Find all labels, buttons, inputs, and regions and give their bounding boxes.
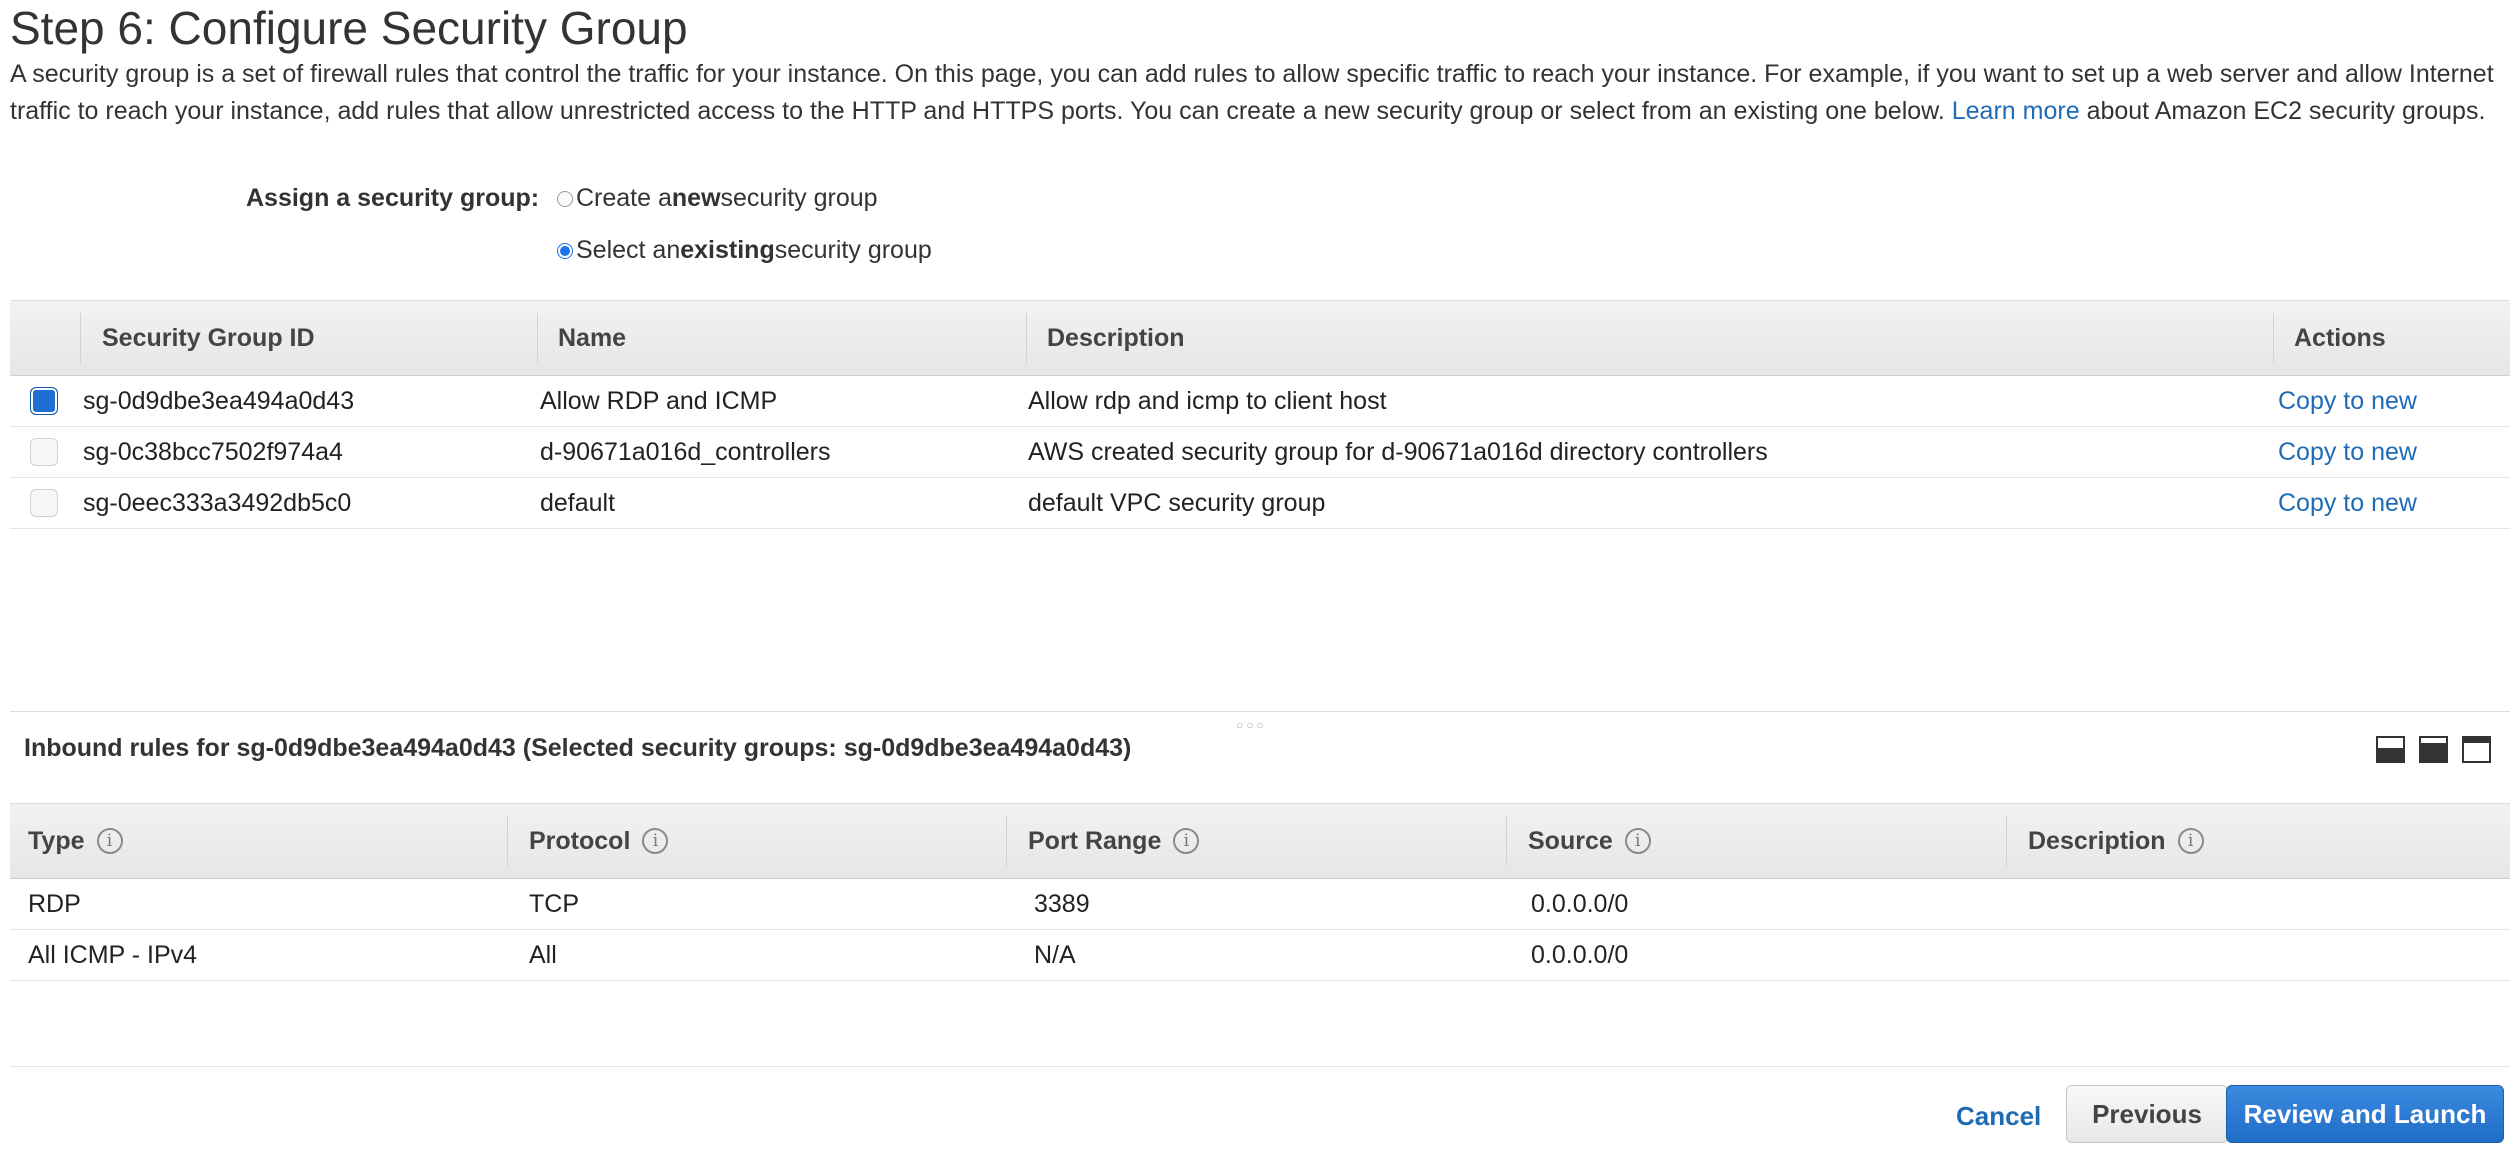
panel-fill <box>2378 748 2403 761</box>
page-title: Step 6: Configure Security Group <box>10 2 688 54</box>
split-pane-divider[interactable] <box>10 711 2510 712</box>
radio-label-prefix: Select an <box>576 236 681 264</box>
radio-icon[interactable] <box>557 190 573 207</box>
panel-top-icon[interactable] <box>2462 736 2491 763</box>
review-and-launch-button[interactable]: Review and Launch <box>2226 1085 2504 1143</box>
security-group-name: d-90671a016d_controllers <box>540 438 831 466</box>
cancel-button[interactable]: Cancel <box>1956 1088 2041 1144</box>
column-separator <box>2006 816 2007 866</box>
table-row[interactable]: sg-0d9dbe3ea494a0d43 Allow RDP and ICMP … <box>10 376 2510 427</box>
column-header-label: Port Range <box>1028 827 1162 855</box>
column-header-description[interactable]: Description <box>1027 301 2280 375</box>
security-group-description: AWS created security group for d-90671a0… <box>1028 438 1768 466</box>
table-row: RDP TCP 3389 0.0.0.0/0 <box>10 879 2510 930</box>
column-header-description: Description i <box>2028 804 2204 878</box>
column-header-type: Type i <box>28 804 123 878</box>
rule-port-range: N/A <box>1034 941 1076 969</box>
table-header: Security Group ID Name Description Actio… <box>10 300 2510 376</box>
inbound-rules-title: Inbound rules for sg-0d9dbe3ea494a0d43 (… <box>24 734 1132 762</box>
security-group-id: sg-0eec333a3492db5c0 <box>83 489 352 517</box>
security-group-id: sg-0c38bcc7502f974a4 <box>83 438 343 466</box>
assign-security-group: Assign a security group: Create a new se… <box>0 180 1200 264</box>
column-separator <box>507 816 508 866</box>
panel-bottom-icon[interactable] <box>2376 736 2405 763</box>
learn-more-link[interactable]: Learn more <box>1952 97 2080 125</box>
inbound-rules-table: Type i Protocol i Port Range i Source i … <box>10 803 2510 981</box>
radio-label-bold: new <box>671 184 721 212</box>
info-icon[interactable]: i <box>642 828 669 854</box>
copy-to-new-link[interactable]: Copy to new <box>2278 427 2417 477</box>
table-row: All ICMP - IPv4 All N/A 0.0.0.0/0 <box>10 930 2510 981</box>
row-checkbox[interactable] <box>30 438 58 466</box>
table-row[interactable]: sg-0eec333a3492db5c0 default default VPC… <box>10 478 2510 529</box>
security-group-description: default VPC security group <box>1028 489 1326 517</box>
row-checkbox[interactable] <box>30 489 58 517</box>
column-separator <box>1006 816 1007 866</box>
configure-security-group-page: Step 6: Configure Security Group A secur… <box>0 0 2518 1160</box>
panel-middle-icon[interactable] <box>2419 736 2448 763</box>
column-separator <box>80 313 81 363</box>
table-row[interactable]: sg-0c38bcc7502f974a4 d-90671a016d_contro… <box>10 427 2510 478</box>
column-header-label: Description <box>2028 827 2166 855</box>
column-header-source: Source i <box>1528 804 1651 878</box>
intro-paragraph: A security group is a set of firewall ru… <box>10 56 2500 130</box>
rule-port-range: 3389 <box>1034 890 1090 918</box>
column-header-actions: Actions <box>2294 324 2386 352</box>
assign-label: Assign a security group: <box>246 184 540 212</box>
security-group-description: Allow rdp and icmp to client host <box>1028 387 1387 415</box>
column-header-name[interactable]: Name <box>538 301 1026 375</box>
previous-button[interactable]: Previous <box>2066 1085 2228 1143</box>
info-icon[interactable]: i <box>1173 828 1200 854</box>
drag-handle-icon[interactable]: ○○○ <box>1236 718 1267 732</box>
column-header-label: Protocol <box>529 827 631 855</box>
column-header-label: Type <box>28 827 85 855</box>
column-header-protocol: Protocol i <box>529 804 669 878</box>
footer-divider <box>10 1066 2510 1067</box>
rule-type: RDP <box>28 890 81 918</box>
radio-label-bold: existing <box>680 236 775 264</box>
rule-source: 0.0.0.0/0 <box>1531 890 1629 918</box>
radio-label-suffix: security group <box>720 184 878 212</box>
radio-create-new[interactable]: Create a new security group <box>557 184 878 213</box>
security-groups-table: Security Group ID Name Description Actio… <box>10 300 2510 529</box>
panel-fill <box>2464 738 2489 743</box>
rule-protocol: TCP <box>529 890 579 918</box>
security-group-name: Allow RDP and ICMP <box>540 387 778 415</box>
column-header-label: Source <box>1528 827 1613 855</box>
radio-select-existing[interactable]: Select an existing security group <box>557 236 932 265</box>
row-checkbox[interactable] <box>30 387 58 415</box>
table-header: Type i Protocol i Port Range i Source i … <box>10 803 2510 879</box>
radio-label-prefix: Create a <box>576 184 672 212</box>
copy-to-new-link[interactable]: Copy to new <box>2278 478 2417 528</box>
column-header-security-group-id[interactable]: Security Group ID <box>82 301 537 375</box>
info-icon[interactable]: i <box>2177 828 2204 854</box>
panel-size-controls <box>2376 736 2491 763</box>
rule-source: 0.0.0.0/0 <box>1531 941 1629 969</box>
intro-text-tail: about Amazon EC2 security groups. <box>2086 97 2486 125</box>
copy-to-new-link[interactable]: Copy to new <box>2278 376 2417 426</box>
column-header-port-range: Port Range i <box>1028 804 1200 878</box>
panel-fill <box>2421 743 2446 761</box>
security-group-name: default <box>540 489 616 517</box>
info-icon[interactable]: i <box>1624 828 1651 854</box>
rule-type: All ICMP - IPv4 <box>28 941 198 969</box>
rule-protocol: All <box>529 941 557 969</box>
radio-label-suffix: security group <box>774 236 932 264</box>
radio-selected-icon[interactable] <box>557 242 573 259</box>
security-group-id: sg-0d9dbe3ea494a0d43 <box>83 387 355 415</box>
column-separator <box>1506 816 1507 866</box>
info-icon[interactable]: i <box>96 828 123 854</box>
